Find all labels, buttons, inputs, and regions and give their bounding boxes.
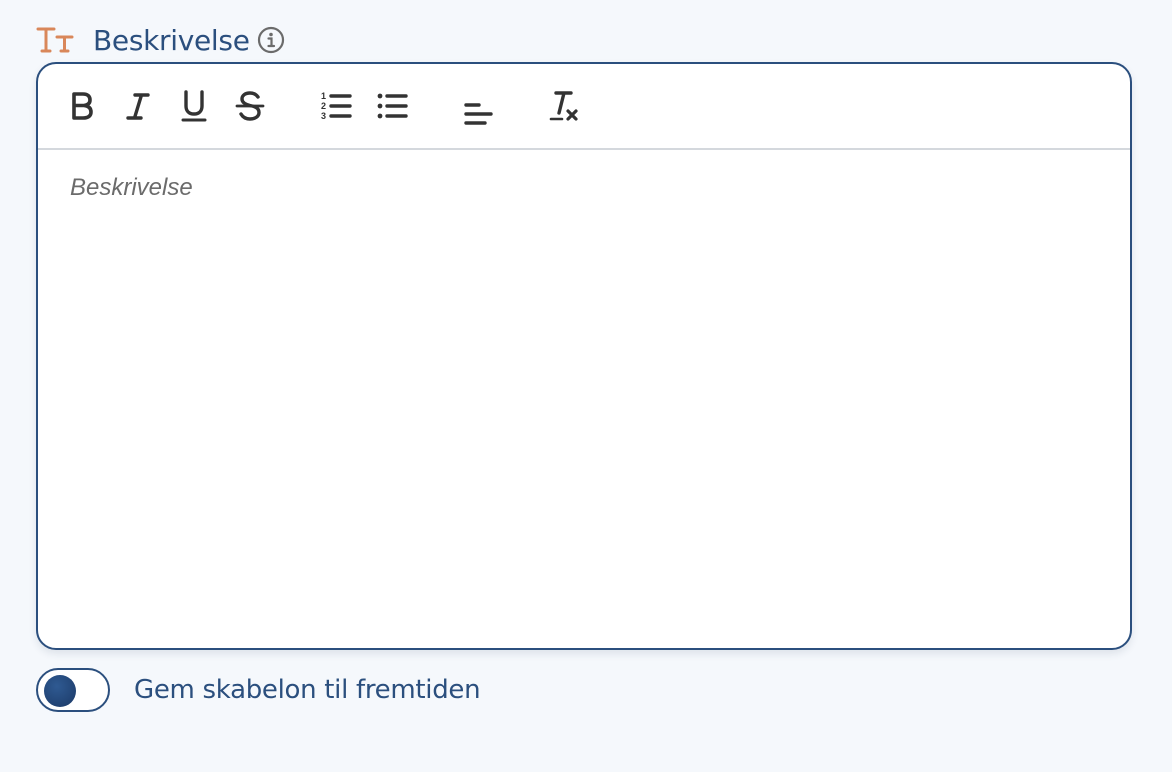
align-left-icon [464, 103, 493, 125]
clear-format-icon [549, 91, 578, 121]
svg-text:2: 2 [321, 101, 326, 111]
svg-text:1: 1 [321, 91, 326, 101]
editor-content[interactable]: Beskrivelse [70, 174, 1098, 628]
bullet-list-icon [377, 93, 408, 119]
underline-button[interactable] [176, 88, 212, 124]
save-template-row: Gem skabelon til fremtiden [36, 665, 481, 715]
info-icon[interactable] [256, 25, 286, 55]
text-size-icon [36, 24, 76, 56]
bullet-list-button[interactable] [374, 88, 410, 124]
toggle-knob [44, 675, 76, 707]
field-header: Beskrivelse [36, 22, 286, 58]
editor-placeholder: Beskrivelse [70, 174, 193, 201]
ordered-list-icon: 1 2 3 [321, 91, 352, 121]
editor-toolbar: 1 2 3 [38, 64, 1130, 150]
strikethrough-icon [235, 91, 265, 121]
strikethrough-button[interactable] [232, 88, 268, 124]
clear-format-button[interactable] [546, 88, 582, 124]
save-template-toggle[interactable] [36, 668, 110, 712]
italic-icon [126, 93, 150, 120]
svg-text:3: 3 [321, 111, 326, 121]
bold-icon [72, 92, 93, 120]
underline-icon [181, 90, 207, 122]
italic-button[interactable] [120, 88, 156, 124]
rich-text-editor[interactable]: 1 2 3 Beskrivelse [36, 62, 1132, 650]
field-label: Beskrivelse [93, 23, 250, 57]
ordered-list-button[interactable]: 1 2 3 [318, 88, 354, 124]
save-template-label: Gem skabelon til fremtiden [134, 675, 481, 705]
align-button[interactable] [460, 94, 496, 130]
bold-button[interactable] [64, 88, 100, 124]
